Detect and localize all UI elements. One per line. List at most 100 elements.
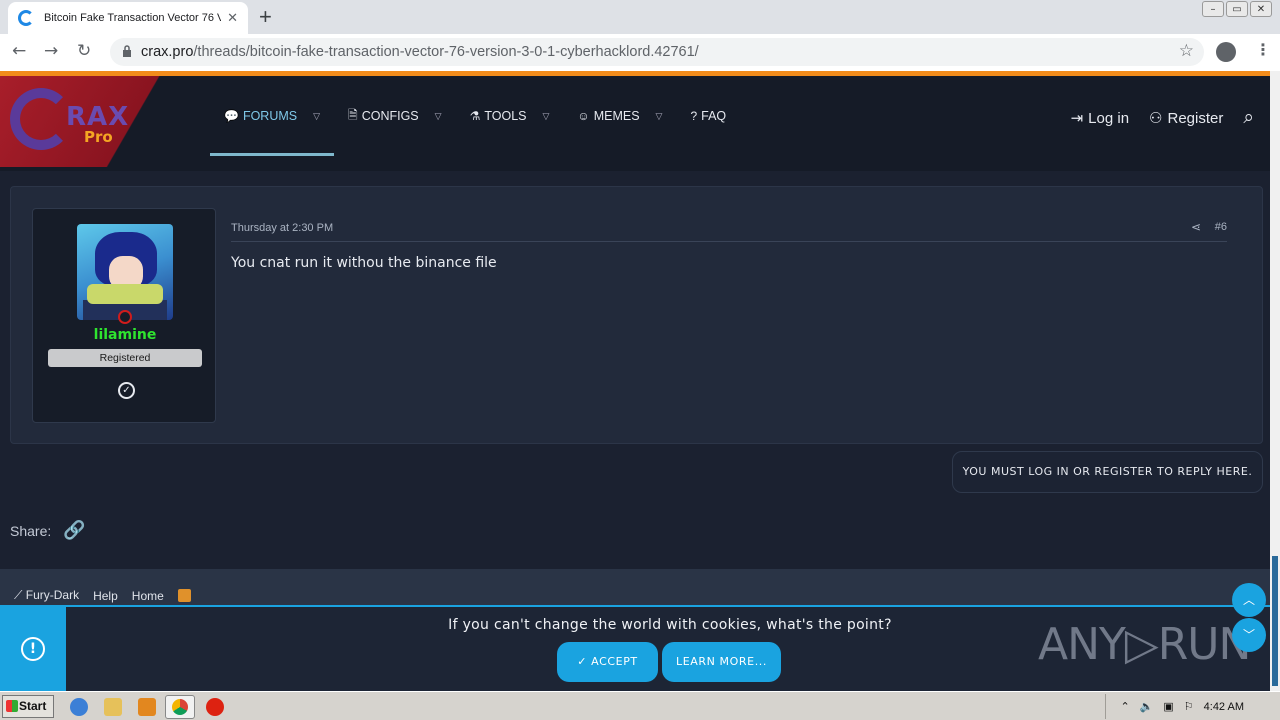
tray-arrow-icon[interactable]: ⌃	[1120, 700, 1129, 713]
share-row: Share: 🔗	[10, 520, 86, 541]
browser-toolbar: ← → ↻ crax.pro/threads/bitcoin-fake-tran…	[0, 34, 1280, 71]
chevron-down-icon[interactable]: ▽	[435, 111, 442, 122]
post-date[interactable]: Thursday at 2:30 PM	[231, 222, 333, 234]
memes-icon: ☺	[577, 109, 590, 123]
nav-forums[interactable]: 💬 FORUMS ▽	[210, 76, 335, 156]
nav-forums-label: FORUMS	[242, 109, 298, 123]
back-icon[interactable]: ←	[12, 41, 26, 61]
profile-avatar-icon[interactable]	[1216, 42, 1236, 62]
stop-icon[interactable]	[206, 698, 224, 716]
footer-help-link[interactable]: Help	[93, 589, 118, 603]
check-circle-icon: ✓	[118, 382, 135, 399]
nav-memes-label: MEMES	[593, 109, 640, 123]
accept-label: ACCEPT	[591, 655, 638, 668]
browser-tab-strip: Bitcoin Fake Transaction Vector 76 V ✕ +…	[0, 0, 1280, 34]
post-meta: Thursday at 2:30 PM ⋖ #6	[231, 220, 1227, 242]
nav-tools-label: TOOLS	[484, 109, 527, 123]
nav-memes[interactable]: ☺ MEMES ▽	[563, 76, 676, 156]
check-icon: ✓	[577, 655, 588, 668]
register-link[interactable]: ⚇ Register	[1149, 109, 1224, 128]
register-label: Register	[1167, 109, 1224, 127]
site-footer: ⟋ Fury-Dark Help Home	[0, 569, 1270, 609]
site-favicon-icon	[18, 10, 34, 26]
post-number[interactable]: #6	[1215, 221, 1227, 233]
avatar[interactable]	[77, 224, 173, 320]
post-body: You cnat run it withou the binance file	[231, 255, 497, 271]
minimize-button[interactable]: –	[1202, 1, 1224, 17]
footer-links: ⟋ Fury-Dark Help Home	[14, 588, 191, 603]
nav-configs[interactable]: 🗎 CONFIGS ▽	[334, 76, 456, 156]
rss-icon[interactable]	[177, 589, 191, 602]
chevron-down-icon[interactable]: ▽	[656, 111, 663, 122]
window-close-button[interactable]: ✕	[1250, 1, 1272, 17]
learn-more-button[interactable]: LEARN MORE...	[662, 642, 781, 682]
forums-icon: 💬	[224, 109, 239, 123]
browser-tab[interactable]: Bitcoin Fake Transaction Vector 76 V ✕	[8, 2, 248, 34]
username[interactable]: lilamine	[33, 327, 217, 343]
reload-icon[interactable]: ↻	[77, 41, 91, 61]
url-domain: crax.pro	[141, 44, 194, 60]
browser-menu-icon[interactable]: ⋮	[1255, 40, 1271, 59]
nav-faq-label: FAQ	[701, 109, 727, 123]
maximize-button[interactable]: ▭	[1226, 1, 1248, 17]
search-icon[interactable]: ⌕	[1243, 107, 1254, 129]
anyrun-watermark: ANY▷RUN	[1038, 619, 1251, 670]
forward-icon[interactable]: →	[44, 41, 58, 61]
cookie-banner: ! If you can't change the world with coo…	[0, 605, 1270, 693]
style-label: Fury-Dark	[25, 588, 80, 602]
tab-title: Bitcoin Fake Transaction Vector 76 V	[44, 12, 222, 24]
flag-icon[interactable]: ⚐	[1184, 700, 1194, 713]
url-text: crax.pro/threads/bitcoin-fake-transactio…	[141, 44, 699, 60]
chevron-down-icon[interactable]: ▽	[313, 111, 320, 122]
user-card: lilamine Registered ✓	[32, 208, 216, 423]
system-tray: ⌃ 🔈 ▣ ⚐ 4:42 AM	[1105, 694, 1280, 719]
logo-ring-icon	[10, 88, 72, 150]
os-taskbar: Start ⌃ 🔈 ▣ ⚐ 4:42 AM	[0, 691, 1280, 720]
header-actions: ⇥ Log in ⚇ Register ⌕	[1071, 76, 1254, 160]
status-ring-icon	[118, 310, 132, 324]
chevron-down-icon[interactable]: ▽	[543, 111, 550, 122]
chrome-icon	[172, 699, 188, 715]
faq-icon: ?	[690, 109, 698, 123]
window-controls: – ▭ ✕	[1202, 1, 1272, 17]
clock[interactable]: 4:42 AM	[1204, 701, 1244, 713]
share-label: Share:	[10, 522, 52, 539]
login-icon: ⇥	[1070, 110, 1084, 127]
address-bar[interactable]: crax.pro/threads/bitcoin-fake-transactio…	[110, 38, 1204, 66]
link-icon[interactable]: 🔗	[63, 520, 85, 541]
main-nav: 💬 FORUMS ▽ 🗎 CONFIGS ▽ ⚗ TOOLS ▽ ☺ MEMES…	[210, 76, 740, 156]
info-icon: !	[21, 637, 45, 661]
login-link[interactable]: ⇥ Log in	[1070, 109, 1130, 128]
lock-icon	[123, 45, 131, 57]
thread-post: lilamine Registered ✓ Thursday at 2:30 P…	[10, 186, 1263, 444]
new-tab-button[interactable]: +	[259, 4, 272, 30]
scroll-up-button[interactable]: ︿	[1232, 583, 1266, 617]
volume-icon[interactable]: 🔈	[1140, 700, 1154, 713]
brush-icon: ⟋	[14, 588, 23, 602]
footer-home-link[interactable]: Home	[132, 589, 164, 603]
accept-cookies-button[interactable]: ✓ ACCEPT	[557, 642, 658, 682]
login-label: Log in	[1088, 109, 1130, 127]
register-icon: ⚇	[1149, 110, 1163, 127]
site-header: RAX Pro 💬 FORUMS ▽ 🗎 CONFIGS ▽ ⚗ TOOLS ▽…	[0, 76, 1270, 171]
ie-icon[interactable]	[70, 698, 88, 716]
explorer-icon[interactable]	[104, 698, 122, 716]
page-scrollbar[interactable]	[1270, 71, 1280, 691]
scroll-down-button[interactable]: ﹀	[1232, 618, 1266, 652]
share-icon[interactable]: ⋖	[1191, 220, 1201, 234]
configs-icon: 🗎	[348, 107, 358, 122]
tab-close-icon[interactable]: ✕	[227, 11, 238, 26]
media-player-icon[interactable]	[138, 698, 156, 716]
avatar-scarf	[87, 284, 163, 304]
user-title-badge: Registered	[48, 349, 202, 367]
style-chooser[interactable]: ⟋ Fury-Dark	[14, 588, 79, 603]
bookmark-star-icon[interactable]: ☆	[1179, 41, 1194, 61]
reply-notice-button[interactable]: YOU MUST LOG IN OR REGISTER TO REPLY HER…	[952, 451, 1263, 493]
nav-faq[interactable]: ? FAQ	[676, 76, 740, 156]
tools-icon: ⚗	[469, 109, 481, 123]
nav-tools[interactable]: ⚗ TOOLS ▽	[456, 76, 564, 156]
network-icon[interactable]: ▣	[1163, 700, 1173, 713]
start-button[interactable]: Start	[2, 695, 54, 718]
url-path: /threads/bitcoin-fake-transaction-vector…	[193, 44, 699, 60]
site-logo[interactable]: RAX Pro	[0, 76, 212, 167]
